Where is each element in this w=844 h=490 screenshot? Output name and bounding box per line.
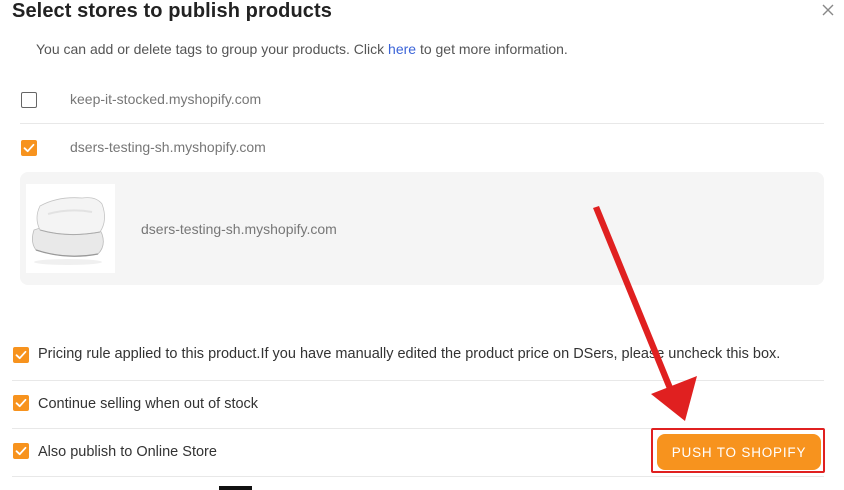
bottom-bar [219, 486, 252, 490]
info-text: You can add or delete tags to group your… [36, 41, 568, 57]
close-icon[interactable] [820, 2, 836, 18]
product-card-store-label: dsers-testing-sh.myshopify.com [141, 221, 337, 237]
push-to-shopify-button[interactable]: PUSH TO SHOPIFY [657, 434, 821, 470]
help-link[interactable]: here [388, 41, 416, 57]
continue-selling-checkbox[interactable] [13, 395, 29, 411]
online-store-label: Also publish to Online Store [38, 444, 217, 460]
pillow-image [26, 184, 115, 273]
continue-selling-label: Continue selling when out of stock [38, 396, 259, 412]
checkmark-icon [15, 398, 27, 408]
pricing-rule-label: Pricing rule applied to this product.If … [38, 346, 781, 362]
store-divider [20, 123, 824, 124]
store-label-dsers-testing: dsers-testing-sh.myshopify.com [70, 139, 266, 155]
info-suffix: to get more information. [416, 41, 568, 57]
option-divider [12, 380, 824, 381]
checkmark-icon [15, 446, 27, 456]
product-thumbnail [26, 184, 115, 273]
store-checkbox-dsers-testing[interactable] [21, 140, 37, 156]
product-card: dsers-testing-sh.myshopify.com [20, 172, 824, 285]
info-prefix: You can add or delete tags to group your… [36, 41, 389, 57]
pricing-rule-checkbox[interactable] [13, 347, 29, 363]
option-divider [12, 476, 824, 477]
checkmark-icon [23, 143, 35, 153]
online-store-checkbox[interactable] [13, 443, 29, 459]
store-checkbox-keep-it-stocked[interactable] [21, 92, 37, 108]
dialog-title: Select stores to publish products [12, 0, 333, 22]
checkmark-icon [15, 350, 27, 360]
store-label-keep-it-stocked: keep-it-stocked.myshopify.com [70, 91, 262, 107]
